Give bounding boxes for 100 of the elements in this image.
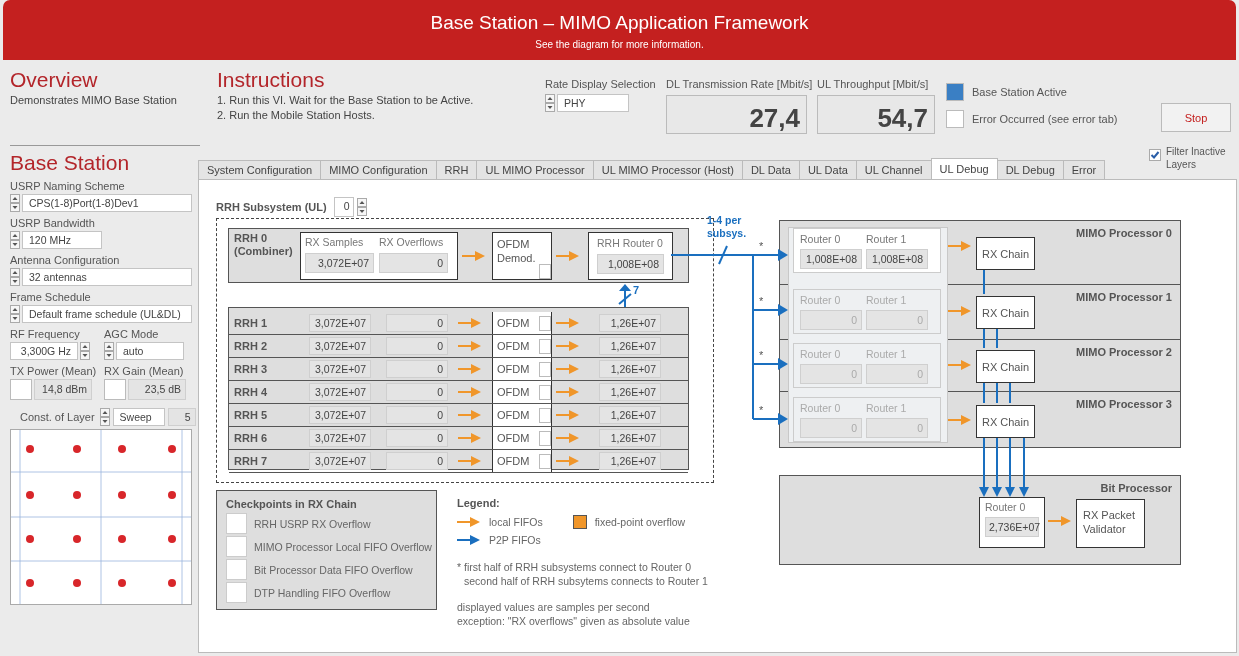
connector-line	[1009, 380, 1011, 404]
rx-chain-block: RX Chain	[976, 296, 1035, 329]
connector-line	[996, 326, 998, 349]
dropdown-field[interactable]: 120 MHz	[22, 231, 102, 249]
checkbox-label: Filter Inactive Layers	[1166, 145, 1227, 171]
block-label: OFDM	[497, 455, 530, 467]
panel-title: Checkpoints in RX Chain	[226, 498, 358, 510]
field-label: Frame Schedule	[10, 291, 92, 303]
connector-line	[983, 268, 985, 295]
numeric-field[interactable]: 0	[333, 197, 354, 217]
flow-arrow	[458, 363, 482, 375]
flow-arrow	[556, 340, 580, 352]
flow-arrow	[457, 534, 481, 546]
constellation-point	[168, 491, 176, 499]
field-label: AGC Mode	[104, 328, 160, 340]
tab[interactable]: DL Debug	[996, 160, 1064, 179]
value-indicator: 2,736E+07	[985, 517, 1039, 537]
checkbox[interactable]	[1149, 149, 1161, 161]
field-label: Router 0	[800, 294, 842, 306]
dropdown-field[interactable]: PHY	[557, 94, 629, 112]
checkpoint-label: MIMO Processor Local FIFO Overflow	[254, 540, 432, 553]
constellation-point	[26, 445, 34, 453]
spinner-control[interactable]	[104, 342, 114, 360]
value-indicator: 1,26E+07	[599, 337, 661, 355]
dropdown-field[interactable]: auto	[116, 342, 184, 360]
value-indicator: 1,26E+07	[599, 429, 661, 447]
spinner-control[interactable]	[10, 194, 20, 212]
legend-label: local FIFOs	[489, 516, 543, 528]
dropdown-field[interactable]: CPS(1-8)Port(1-8)Dev1	[22, 194, 192, 212]
constellation-point	[168, 445, 176, 453]
section-title: Instructions	[217, 68, 326, 92]
tab[interactable]: UL MIMO Processor	[476, 160, 594, 179]
row-label: RRH 5	[233, 409, 268, 421]
value-indicator: 3,072E+07	[309, 452, 371, 470]
spinner-control[interactable]	[99, 408, 110, 426]
flow-arrow	[458, 386, 482, 398]
field-label: Antenna Configuration	[10, 254, 121, 266]
numeric-field[interactable]: 3,300G Hz	[10, 342, 78, 360]
field-label: DL Transmission Rate [Mbit/s]	[666, 78, 814, 90]
tab[interactable]: UL MIMO Processor (Host)	[592, 160, 743, 179]
field-label: Router 0	[800, 233, 842, 245]
value-indicator: 3,072E+07	[309, 406, 371, 424]
value-indicator: 1,26E+07	[599, 360, 661, 378]
fan-in-arrow	[618, 284, 632, 308]
flow-arrow	[458, 317, 482, 329]
tab[interactable]: Error	[1062, 160, 1106, 179]
field-label: RF Frequency	[10, 328, 81, 340]
field-label: Router 1	[866, 402, 908, 414]
field-label: RX Overflows	[379, 235, 445, 248]
value-indicator: 0	[379, 252, 448, 273]
down-arrow	[1005, 435, 1015, 497]
rate-display: 27,4	[666, 95, 807, 134]
footnote-mark: *	[759, 295, 764, 307]
spinner-control[interactable]	[545, 94, 555, 112]
spinner-control[interactable]	[10, 268, 20, 286]
field-label: Router 0	[800, 402, 842, 414]
value-indicator: 23,5 dB	[128, 379, 186, 400]
row-label: RRH 3	[233, 363, 268, 375]
value-indicator: 1,008E+08	[597, 253, 664, 274]
dropdown-field[interactable]: 32 antennas	[22, 268, 192, 286]
value-indicator: 3,072E+07	[309, 314, 371, 332]
note-text: * first half of RRH subsystems connect to Router 0 second half of RRH subsytems connects to Router 1	[457, 560, 708, 588]
stop-button[interactable]: Stop	[1161, 103, 1231, 132]
value-indicator: 0	[386, 452, 448, 470]
tab[interactable]: RRH	[435, 160, 478, 179]
rate-display: 54,7	[817, 95, 935, 134]
flow-arrow	[556, 317, 580, 329]
spinner-control[interactable]	[80, 342, 90, 360]
tab[interactable]: UL Data	[798, 160, 857, 179]
value-indicator: 0	[386, 337, 448, 355]
constellation-point	[73, 491, 81, 499]
field-label: UL Throughput [Mbit/s]	[817, 78, 930, 90]
spinner-control[interactable]	[10, 305, 20, 323]
row-label: RRH 4	[233, 386, 268, 398]
spinner-control[interactable]	[10, 231, 20, 249]
legend-label: fixed-point overflow	[594, 516, 686, 528]
value-indicator: 0	[386, 360, 448, 378]
tab[interactable]: MIMO Configuration	[320, 160, 437, 179]
spinner-control[interactable]	[356, 198, 367, 216]
checkpoint-label: RRH USRP RX Overflow	[254, 517, 371, 530]
dropdown-field[interactable]: Default frame schedule (UL&DL)	[22, 305, 192, 323]
field-label: Router 1	[866, 348, 908, 360]
flow-arrow	[948, 414, 972, 426]
row-label: RRH 1	[233, 317, 268, 329]
tab[interactable]: UL Channel	[855, 160, 932, 179]
tab[interactable]: System Configuration	[198, 160, 322, 179]
flow-arrow	[556, 409, 580, 421]
dropdown-field[interactable]: Sweep	[112, 408, 165, 426]
legend-swatch	[572, 515, 587, 529]
checkpoint-label: DTP Handling FIFO Overflow	[254, 586, 391, 599]
value-indicator: 3,072E+07	[309, 429, 371, 447]
tab[interactable]: DL Data	[741, 160, 800, 179]
down-arrow	[992, 435, 1002, 497]
flow-arrow	[458, 409, 482, 421]
tab[interactable]: UL Debug	[930, 158, 998, 179]
block-label: OFDM	[497, 432, 530, 444]
footnote-mark: *	[759, 349, 764, 361]
instruction-step: 2. Run the Mobile Station Hosts.	[217, 109, 545, 122]
flow-arrow	[458, 455, 482, 467]
field-label: USRP Bandwidth	[10, 217, 96, 229]
